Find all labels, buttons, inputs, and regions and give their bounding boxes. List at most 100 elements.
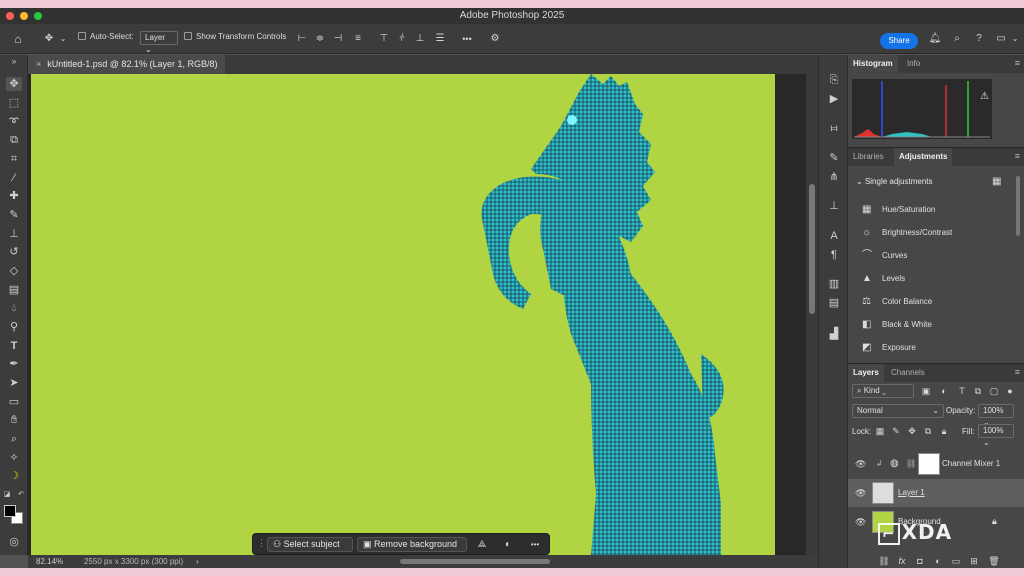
tab-libraries[interactable]: Libraries — [848, 148, 889, 166]
layer-name[interactable]: Channel Mixer 1 — [942, 459, 1000, 468]
single-adjustments-header[interactable]: ⌄ Single adjustments — [856, 177, 933, 186]
search-icon[interactable]: ⌕ — [950, 32, 964, 46]
type-tool-icon[interactable]: T — [6, 339, 22, 353]
new-adjustment-icon[interactable]: ◐ — [932, 554, 944, 568]
filter-smart-object-icon[interactable]: ▢ — [988, 384, 1000, 398]
align-left-icon[interactable]: ⊢ — [296, 32, 308, 46]
glyphs-icon[interactable]: ▟ — [827, 327, 841, 341]
layer-filter-dropdown[interactable]: ⌕ Kind ⌄ — [852, 384, 914, 398]
marquee-tool-icon[interactable]: ⬚ — [6, 96, 22, 110]
link-layers-icon[interactable]: ⛓︎ — [878, 554, 890, 568]
blur-tool-icon[interactable]: 💧︎ — [6, 301, 22, 315]
crop-tool-icon[interactable]: ⌗ — [6, 152, 22, 166]
generative-tool-icon[interactable]: ✧ — [6, 451, 22, 465]
drag-handle-icon[interactable]: ⋮ — [257, 538, 266, 549]
panel-menu-icon[interactable]: ≡ — [1015, 58, 1020, 68]
transform-controls-checkbox[interactable]: Show Transform Controls — [184, 32, 286, 41]
quick-mask-icon[interactable]: ◎ — [6, 535, 22, 549]
adjustment-black-white[interactable]: ◧ Black & White — [862, 316, 932, 334]
settings-gear-icon[interactable]: ⚙ — [488, 32, 502, 46]
align-middle-icon[interactable]: ⫩ — [396, 32, 408, 46]
adjustment-exposure[interactable]: ◩ Exposure — [862, 339, 916, 357]
play-actions-icon[interactable]: ▶ — [827, 92, 841, 106]
auto-select-dropdown[interactable]: Layer ⌄ — [140, 31, 178, 54]
transform-icon[interactable]: ⟁ — [475, 538, 489, 552]
filter-toggle-icon[interactable]: ● — [1004, 384, 1016, 398]
align-top-icon[interactable]: ⊤ — [378, 32, 390, 46]
distribute-vertical-icon[interactable]: ☰ — [434, 32, 446, 46]
lock-artboard-icon[interactable]: ⧉ — [922, 424, 934, 438]
opacity-field[interactable]: 100% ⌄ — [978, 404, 1014, 427]
add-mask-icon[interactable]: ◘ — [914, 554, 926, 568]
bell-icon[interactable]: 🔔︎ — [928, 32, 942, 46]
collapse-icon[interactable]: » — [6, 55, 22, 69]
tab-info[interactable]: Info — [902, 55, 925, 73]
vertical-scroll-thumb[interactable] — [809, 184, 815, 314]
canvas-workspace[interactable] — [28, 74, 818, 555]
close-tab-icon[interactable]: × — [36, 59, 41, 69]
maximize-window-button[interactable] — [34, 12, 42, 20]
lasso-tool-icon[interactable]: ➰︎ — [6, 115, 22, 129]
stamp-tool-icon[interactable]: ⊥ — [6, 227, 22, 241]
distribute-icon[interactable]: ≡ — [352, 32, 364, 46]
zoom-tool-icon[interactable]: ⌕ — [6, 432, 22, 446]
move-tool-icon[interactable]: ✥ — [6, 77, 22, 91]
eraser-tool-icon[interactable]: ◇ — [6, 264, 22, 278]
adjustment-hue-saturation[interactable]: ▦ Hue/Saturation — [862, 201, 935, 219]
tab-channels[interactable]: Channels — [886, 364, 930, 382]
banana-icon[interactable]: ☽ — [6, 469, 22, 483]
adjustments-scrollbar[interactable] — [1016, 176, 1020, 236]
align-center-icon[interactable]: ≑ — [314, 32, 326, 46]
rectangle-tool-icon[interactable]: ▭ — [6, 395, 22, 409]
adjustment-brightness-contrast[interactable]: ☼ Brightness/Contrast — [862, 224, 952, 242]
character-icon[interactable]: A — [827, 229, 841, 243]
paragraph-icon[interactable]: ¶ — [827, 248, 841, 262]
close-window-button[interactable] — [6, 12, 14, 20]
lock-all-icon[interactable]: 🔒︎ — [938, 424, 950, 438]
status-arrow-icon[interactable]: › — [196, 555, 199, 568]
object-selection-tool-icon[interactable]: ⧉ — [6, 133, 22, 147]
lock-transparency-icon[interactable]: ▦ — [874, 424, 886, 438]
document-tab[interactable]: × kUntitled-1.psd @ 82.1% (Layer 1, RGB/8… — [28, 55, 226, 74]
auto-select-checkbox[interactable]: Auto-Select: — [78, 32, 134, 41]
foreground-color-swatch[interactable] — [4, 505, 16, 517]
warning-icon[interactable]: ⚠ — [980, 91, 989, 102]
path-selection-tool-icon[interactable]: ➤ — [6, 376, 22, 390]
history-brush-tool-icon[interactable]: ↺ — [6, 245, 22, 259]
fill-field[interactable]: 100% ⌄ — [978, 424, 1014, 447]
tab-adjustments[interactable]: Adjustments — [894, 148, 953, 166]
adjustment-curves[interactable]: ⌒ Curves — [862, 247, 907, 265]
lock-pixels-icon[interactable]: ✎ — [890, 424, 902, 438]
more-options-icon[interactable]: ••• — [458, 32, 476, 46]
filter-type-icon[interactable]: T — [956, 384, 968, 398]
layer-row-channel-mixer[interactable]: 👁︎ ↲ ◍ ⛓︎ Channel Mixer 1 — [848, 450, 1024, 478]
eyedropper-tool-icon[interactable]: ⁄ — [6, 171, 22, 185]
filter-adjustment-icon[interactable]: ◐ — [938, 384, 950, 398]
align-bottom-icon[interactable]: ⊥ — [414, 32, 426, 46]
properties-icon[interactable]: ⧦ — [827, 121, 841, 135]
notes-icon[interactable]: ▤ — [827, 296, 841, 310]
swatches-icon[interactable]: ▥ — [827, 277, 841, 291]
default-colors-icon[interactable]: ◪ — [2, 488, 12, 502]
visibility-eye-icon[interactable]: 👁︎ — [855, 459, 866, 470]
tab-layers[interactable]: Layers — [848, 364, 884, 382]
move-tool-icon[interactable]: ✥ — [42, 32, 56, 46]
workspace-icon[interactable]: ▭ — [994, 32, 1008, 46]
history-icon[interactable]: ⎘ — [827, 73, 841, 87]
brushes-icon[interactable]: ⋔ — [827, 170, 841, 184]
adjustment-icon[interactable]: ◐ — [501, 538, 515, 552]
layer-mask-thumbnail[interactable] — [918, 453, 940, 475]
filter-shape-icon[interactable]: ⧉ — [972, 384, 984, 398]
delete-layer-icon[interactable]: 🗑︎ — [988, 554, 1000, 568]
remove-background-button[interactable]: ▣ Remove background — [357, 537, 467, 552]
brush-tool-icon[interactable]: ✎ — [6, 208, 22, 222]
adjustment-color-balance[interactable]: ⚖ Color Balance — [862, 293, 932, 311]
filter-pixel-icon[interactable]: ▣ — [920, 384, 932, 398]
layer-name[interactable]: Layer 1 — [898, 488, 925, 497]
visibility-eye-icon[interactable]: 👁︎ — [855, 488, 866, 499]
adjustment-levels[interactable]: ▲ Levels — [862, 270, 905, 288]
panel-menu-icon[interactable]: ≡ — [1015, 367, 1020, 377]
blend-mode-dropdown[interactable]: Normal ⌄ — [852, 404, 944, 418]
clone-source-icon[interactable]: ⊥ — [827, 199, 841, 213]
brush-settings-icon[interactable]: ✎ — [827, 151, 841, 165]
